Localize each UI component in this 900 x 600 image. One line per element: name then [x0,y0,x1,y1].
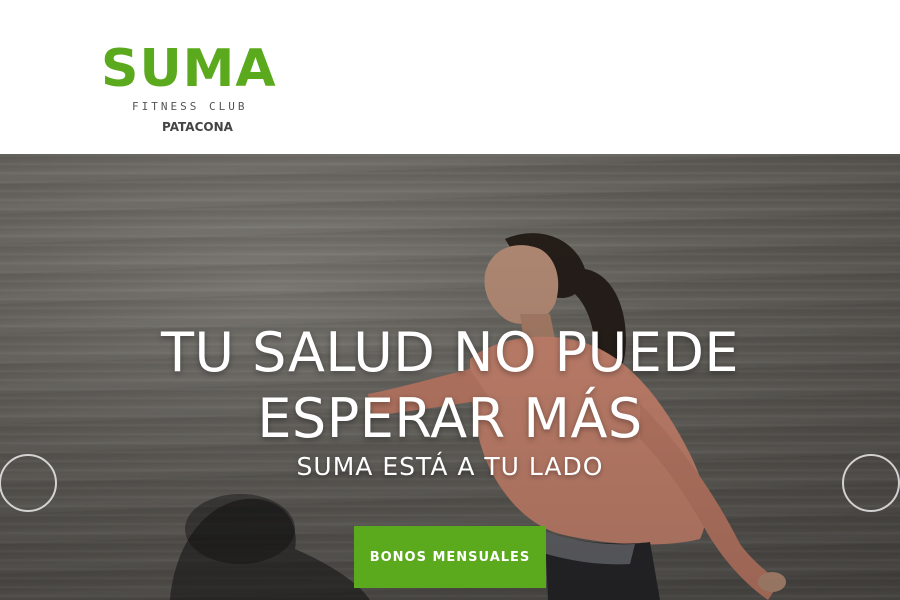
site-header: SUMA FITNESS CLUB PATACONA [0,0,900,154]
logo[interactable]: SUMA FITNESS CLUB PATACONA [101,38,291,138]
logo-brand: SUMA [101,39,277,99]
bonos-mensuales-button[interactable]: BONOS MENSUALES [354,526,546,588]
logo-tagline: FITNESS CLUB [132,100,248,113]
hero-subtitle: SUMA ESTÁ A TU LADO [296,452,604,481]
logo-location: PATACONA [162,120,233,134]
hero-title-line1: TU SALUD NO PUEDE [160,321,740,384]
hero-title: TU SALUD NO PUEDE ESPERAR MÁS [0,320,900,452]
hero-title-line2: ESPERAR MÁS [257,387,643,450]
